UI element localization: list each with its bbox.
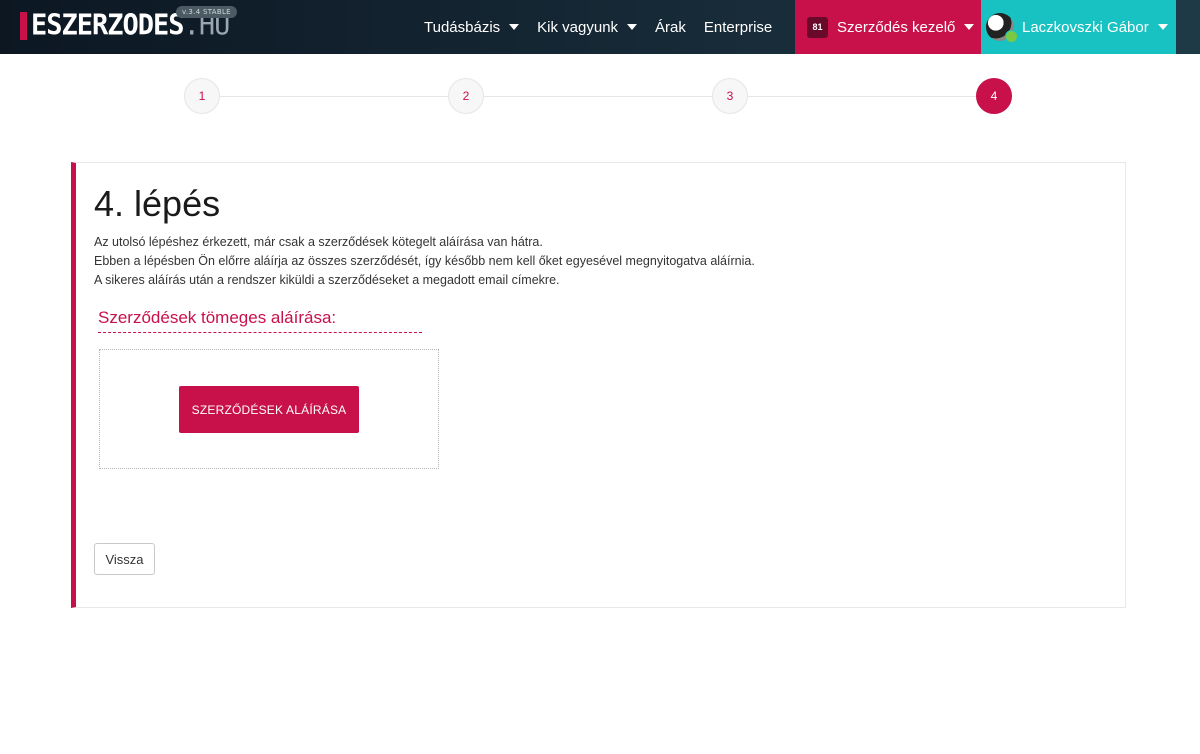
user-name: Laczkovszki Gábor (1022, 18, 1149, 36)
brand-main: ESZERZODES (31, 9, 185, 42)
caret-down-icon (964, 24, 975, 30)
nav-item-about-us[interactable]: Kik vagyunk (537, 18, 638, 36)
avatar (986, 13, 1018, 43)
nav-item-label: Kik vagyunk (537, 18, 619, 36)
step-connector (748, 96, 976, 97)
online-status-icon (1005, 30, 1018, 43)
nav-item-knowledge-base[interactable]: Tudásbázis (424, 18, 520, 36)
nav-item-enterprise[interactable]: Enterprise (704, 19, 772, 36)
description-line: Ebben a lépésben Ön előrre aláírja az ös… (94, 254, 755, 268)
contract-manager-menu[interactable]: 81 Szerződés kezelő (795, 0, 981, 54)
page-title: 4. lépés (94, 183, 221, 224)
description-line: Az utolsó lépéshez érkezett, már csak a … (94, 235, 543, 249)
caret-down-icon (627, 24, 638, 30)
brand-mark (20, 12, 27, 40)
contract-count-badge: 81 (807, 16, 828, 38)
step-connector (484, 96, 712, 97)
nav-item-label: Árak (655, 18, 686, 36)
main-nav: Tudásbázis Kik vagyunk Árak Enterprise (424, 0, 790, 54)
step-4[interactable]: 4 (976, 78, 1012, 114)
step-2[interactable]: 2 (448, 78, 484, 114)
step-card: 4. lépés Az utolsó lépéshez érkezett, má… (71, 162, 1126, 608)
version-badge: v.3.4 STABLE (176, 6, 237, 18)
contract-manager-label: Szerződés kezelő (837, 18, 956, 36)
step-connector (220, 96, 448, 97)
caret-down-icon (1157, 24, 1168, 30)
wizard-stepper: 1 2 3 4 (0, 78, 1200, 116)
back-button[interactable]: Vissza (94, 543, 155, 575)
bulk-sign-heading: Szerződések tömeges aláírása: (98, 308, 422, 333)
user-menu[interactable]: Laczkovszki Gábor (981, 0, 1176, 54)
sign-contracts-button[interactable]: SZERZŐDÉSEK ALÁÍRÁSA (179, 386, 359, 433)
caret-down-icon (509, 24, 520, 30)
bulk-sign-box: SZERZŐDÉSEK ALÁÍRÁSA (99, 349, 439, 469)
description-line: A sikeres aláírás után a rendszer kiküld… (94, 273, 560, 287)
step-1[interactable]: 1 (184, 78, 220, 114)
nav-item-pricing[interactable]: Árak (655, 19, 686, 36)
top-navbar: ESZERZODES.HU v.3.4 STABLE Tudásbázis Ki… (0, 0, 1200, 54)
nav-item-label: Enterprise (703, 18, 773, 36)
step-3[interactable]: 3 (712, 78, 748, 114)
nav-item-label: Tudásbázis (424, 18, 501, 36)
step-description: Az utolsó lépéshez érkezett, már csak a … (94, 233, 755, 290)
